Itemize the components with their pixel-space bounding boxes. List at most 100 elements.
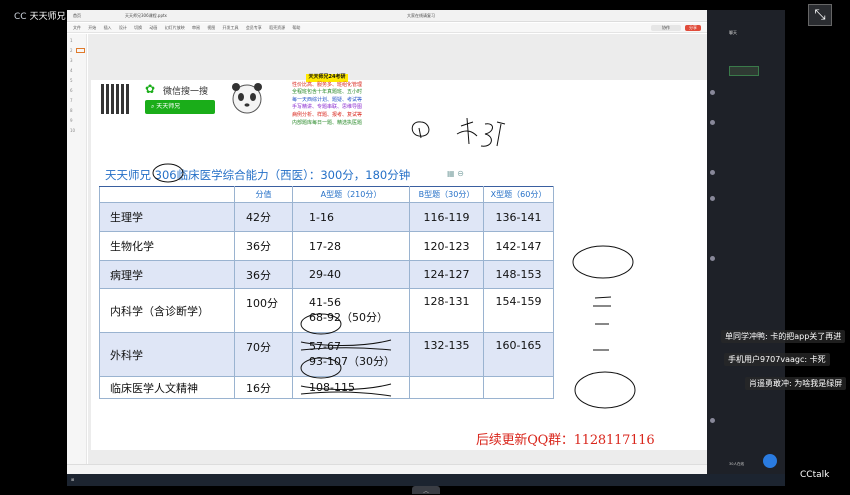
menu-animation[interactable]: 动画 [149, 23, 157, 33]
x-range-cell: 154-159 [483, 288, 554, 333]
menu-insert[interactable]: 插入 [104, 23, 112, 33]
x-range-cell: 148-153 [483, 260, 554, 289]
avatar [710, 120, 715, 125]
score-cell: 100分 [234, 288, 293, 333]
wechat-button-label: 天天师兄 [156, 103, 181, 110]
status-note: 大家在线请复习 [407, 13, 435, 18]
avatar [710, 90, 715, 95]
teacher-video-thumb [729, 66, 759, 76]
wechat-search-text: 微信搜一搜 [163, 87, 209, 97]
subject-cell: 生理学 [99, 202, 235, 232]
b-range-cell: 120-123 [409, 231, 484, 261]
share-button[interactable]: 分享 [685, 25, 701, 31]
a-range-cell: 17-28 [292, 231, 410, 261]
promo-line: 病例分析、样题、报考、复试等 [291, 111, 362, 118]
collapse-handle[interactable]: ︿ [412, 486, 440, 495]
table-header-row: 分值 A型题（210分） B型题（30分） X型题（60分） [99, 186, 554, 203]
x-range-cell: 136-141 [483, 202, 554, 232]
side-ink-annotations [572, 245, 636, 409]
ink-annotations [300, 313, 392, 397]
windows-taskbar: ⊞ [67, 474, 785, 486]
panda-logo [232, 83, 262, 114]
slide-number[interactable]: 5 [70, 78, 73, 83]
menu-dev[interactable]: 开发工具 [223, 23, 239, 33]
window-titlebar: 首页 天天师兄306课程.pptx 大家在线请复习 [67, 10, 707, 22]
menu-help[interactable]: 帮助 [292, 23, 300, 33]
subject-cell: 内科学（含诊断学） [99, 288, 235, 333]
menu-review[interactable]: 审阅 [192, 23, 200, 33]
heading-action-icons: ▦ ⊖ [447, 169, 464, 178]
danmaku-message: 单同学冲鸭: 卡的把app关了再进 [721, 330, 846, 343]
header-cell: A型题（210分） [292, 186, 410, 203]
table-row: 病理学 36分 29-40 124-127 148-153 [99, 260, 554, 289]
expand-icon: ⤡ [814, 7, 826, 23]
subject-cell: 外科学 [99, 332, 235, 377]
header-cell: X型题（60分） [483, 186, 554, 203]
subject-cell: 生物化学 [99, 231, 235, 261]
slide-canvas: ✿ 微信搜一搜 ⌕ 天天师兄 天天师兄24考研 性价比高、服务多、班组化管理 全… [88, 34, 707, 464]
slide-thumbnail-strip: 1 2 3 4 5 6 7 8 9 10 [67, 34, 87, 464]
header-cell [99, 186, 235, 203]
score-cell: 36分 [234, 231, 293, 261]
b-range-cell: 116-119 [409, 202, 484, 232]
slide: ✿ 微信搜一搜 ⌕ 天天师兄 天天师兄24考研 性价比高、服务多、班组化管理 全… [91, 74, 707, 450]
menu-slideshow[interactable]: 幻灯片放映 [165, 23, 185, 33]
danmaku-message: 肖遥勇敢冲: 为啥我是绿屏 [745, 377, 847, 390]
wechat-icon: ✿ [145, 82, 156, 96]
qr-code [101, 84, 131, 114]
circle-annotation [152, 163, 184, 183]
menu-docer[interactable]: 稻壳资源 [269, 23, 285, 33]
subject-cell: 病理学 [99, 260, 235, 289]
menu-view[interactable]: 视图 [207, 23, 215, 33]
table-row: 生理学 42分 1-16 116-119 136-141 [99, 202, 554, 232]
promo-block: 天天师兄24考研 性价比高、服务多、班组化管理 全程班包含十年真题班、五小时 每… [277, 74, 377, 127]
x-range-cell: 160-165 [483, 332, 554, 377]
menu-transition[interactable]: 切换 [134, 23, 142, 33]
chat-tab[interactable]: 聊天 [729, 30, 737, 36]
a-range-cell: 1-16 [292, 202, 410, 232]
score-cell: 36分 [234, 260, 293, 289]
qq-group-text: 后续更新QQ群：1128117116 [476, 433, 655, 448]
x-range-cell [483, 376, 554, 399]
windows-start-icon[interactable]: ⊞ [71, 477, 74, 482]
promo-line: 手写精讲、专题串联、思维导图 [291, 104, 362, 111]
x-range-cell: 142-147 [483, 231, 554, 261]
current-slide-thumb[interactable] [76, 48, 85, 53]
ribbon-menu: 文件 开始 插入 设计 切换 动画 幻灯片放映 审阅 视图 开发工具 会员专享 … [67, 23, 707, 33]
avatar [710, 196, 715, 201]
chat-bubble-button[interactable] [763, 454, 777, 468]
home-tab[interactable]: 首页 [73, 13, 81, 19]
cctalk-logo: CCtalk [800, 470, 830, 480]
avatar [710, 418, 715, 423]
slide-number[interactable]: 1 [70, 38, 73, 43]
promo-line: 全程班包含十年真题班、五小时 [291, 89, 362, 96]
slide-number[interactable]: 9 [70, 118, 73, 123]
online-count: 30人在线 [729, 462, 744, 466]
slide-number[interactable]: 6 [70, 88, 73, 93]
handwritten-scribble [411, 117, 506, 147]
b-range-cell [409, 376, 484, 399]
menu-file[interactable]: 文件 [73, 23, 81, 33]
avatar [710, 170, 715, 175]
b-range-cell: 128-131 [409, 288, 484, 333]
chat-panel: 聊天 30人在线 [707, 10, 785, 474]
a-range-line: 41-56 [309, 296, 341, 309]
slide-number[interactable]: 7 [70, 98, 73, 103]
avatar [710, 256, 715, 261]
slide-number[interactable]: 8 [70, 108, 73, 113]
slide-number[interactable]: 2 [70, 48, 73, 53]
menu-vip[interactable]: 会员专享 [246, 23, 262, 33]
b-range-cell: 132-135 [409, 332, 484, 377]
score-cell: 70分 [234, 332, 293, 377]
file-tab[interactable]: 天天师兄306课程.pptx [125, 13, 167, 19]
slide-number[interactable]: 10 [70, 128, 75, 133]
slide-number[interactable]: 4 [70, 68, 73, 73]
a-range-cell: 29-40 [292, 260, 410, 289]
slide-number[interactable]: 3 [70, 58, 73, 63]
menu-home[interactable]: 开始 [88, 23, 96, 33]
cc-icon: CC [14, 12, 27, 22]
table-row: 生物化学 36分 17-28 120-123 142-147 [99, 231, 554, 261]
collab-button[interactable]: 协作 [651, 25, 681, 31]
menu-design[interactable]: 设计 [119, 23, 127, 33]
fullscreen-button[interactable]: ⤡ [808, 4, 832, 26]
